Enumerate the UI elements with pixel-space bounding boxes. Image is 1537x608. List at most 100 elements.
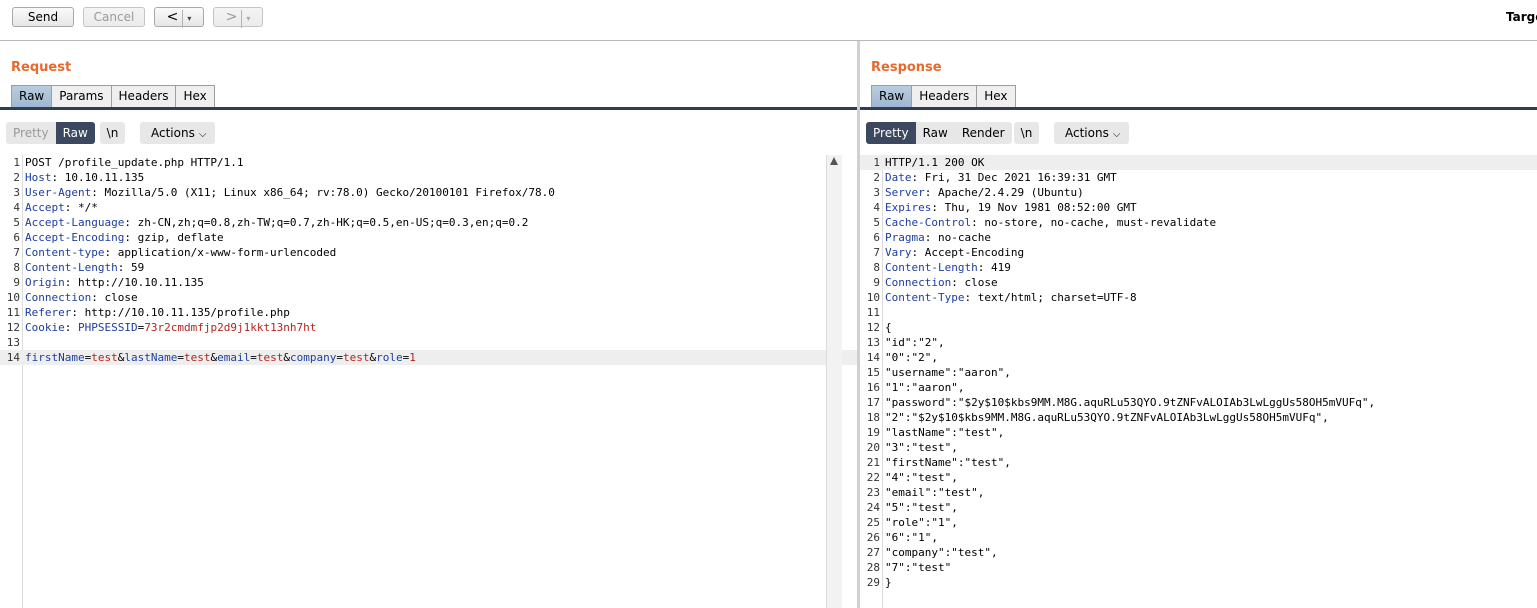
- code-text: "5":"test",: [885, 501, 958, 514]
- code-line: 13: [0, 335, 857, 350]
- newline-toggle[interactable]: \n: [100, 122, 125, 144]
- code-line: 1 POST /profile_update.php HTTP/1.1: [0, 155, 857, 170]
- code-line: 28 "7":"test": [860, 560, 1537, 575]
- param-value: test: [91, 351, 118, 364]
- header-name: Accept-Encoding: [25, 231, 125, 244]
- request-view-bar: Pretty Raw \n Actions ⌵: [0, 122, 857, 144]
- code-line: 12 {: [860, 320, 1537, 335]
- line-number: 19: [866, 426, 880, 439]
- line-number: 4: [873, 201, 880, 214]
- raw-button[interactable]: Raw: [916, 122, 955, 144]
- code-line: 27 "company":"test",: [860, 545, 1537, 560]
- request-lines: 1 POST /profile_update.php HTTP/1.1 2 Host:…: [0, 155, 857, 365]
- tab-underline: [0, 107, 857, 110]
- request-scrollbar[interactable]: [826, 155, 842, 608]
- line-number: 3: [13, 186, 20, 199]
- line-number: 4: [13, 201, 20, 214]
- line-number: 7: [873, 246, 880, 259]
- cancel-button[interactable]: Cancel: [83, 7, 145, 27]
- line-number: 13: [6, 336, 20, 349]
- line-number: 24: [866, 501, 880, 514]
- header-name: Accept-Language: [25, 216, 125, 229]
- forward-button[interactable]: > ▾: [213, 7, 263, 28]
- line-number: 22: [866, 471, 880, 484]
- code-line: 29}: [860, 575, 1537, 590]
- forward-arrow-icon: >: [225, 9, 238, 25]
- header-name: Content-Type: [885, 291, 965, 304]
- actions-button[interactable]: Actions ⌵: [140, 122, 216, 144]
- header-value: Apache/2.4.29 (Ubuntu): [931, 186, 1084, 199]
- line-number: 21: [866, 456, 880, 469]
- code-text: Content-type: application/x-www-form-url…: [25, 246, 337, 259]
- code-line: 14 firstName=test&lastName=test&email=tes…: [0, 350, 857, 365]
- code-text: HTTP/1.1 200 OK: [885, 156, 985, 169]
- tab-hex[interactable]: Hex: [175, 85, 215, 107]
- code-line: 1 HTTP/1.1 200 OK: [860, 155, 1537, 170]
- tab-params[interactable]: Params: [51, 85, 112, 107]
- cookie-name: PHPSESSID: [78, 321, 138, 334]
- tab-raw[interactable]: Raw: [871, 85, 913, 107]
- header-value: http://10.10.11.135/profile.php: [77, 306, 290, 319]
- line-number: 1: [873, 156, 880, 169]
- line-number: 8: [873, 261, 880, 274]
- line-number: 26: [866, 531, 880, 544]
- header-value: 419: [984, 261, 1011, 274]
- code-line: 19 "lastName":"test",: [860, 425, 1537, 440]
- raw-button[interactable]: Raw: [55, 122, 95, 144]
- code-line: 4 Expires: Thu, 19 Nov 1981 08:52:00 GMT: [860, 200, 1537, 215]
- line-number: 6: [13, 231, 20, 244]
- code-text: Cache-Control: no-store, no-cache, must-…: [885, 216, 1217, 229]
- code-line: 2 Host: 10.10.11.135: [0, 170, 857, 185]
- header-name: Content-Length: [885, 261, 978, 274]
- header-value: close: [957, 276, 998, 289]
- code-text: Server: Apache/2.4.29 (Ubuntu): [885, 186, 1084, 199]
- header-name: Host: [25, 171, 52, 184]
- header-value: 59: [124, 261, 145, 274]
- pretty-button[interactable]: Pretty: [6, 122, 56, 144]
- scroll-up-arrow-icon[interactable]: [830, 157, 838, 165]
- line-number: 5: [13, 216, 20, 229]
- tab-headers[interactable]: Headers: [110, 85, 177, 107]
- line-number: 10: [6, 291, 20, 304]
- header-value: Fri, 31 Dec 2021 16:39:31 GMT: [918, 171, 1117, 184]
- actions-label: Actions: [1065, 126, 1109, 140]
- header-value: no-store, no-cache, must-revalidate: [977, 216, 1217, 229]
- header-name: Server: [885, 186, 925, 199]
- request-panel: Request Raw Params Headers Hex Pretty Ra…: [0, 41, 857, 608]
- response-editor[interactable]: 1 HTTP/1.1 200 OK 2 Date: Fri, 31 Dec 2021 …: [860, 155, 1537, 608]
- newline-toggle[interactable]: \n: [1014, 122, 1039, 144]
- header-name: Expires: [885, 201, 932, 214]
- header-name: Vary: [885, 246, 912, 259]
- tab-headers[interactable]: Headers: [911, 85, 978, 107]
- code-line: 9 Origin: http://10.10.11.135: [0, 275, 857, 290]
- code-text: {: [885, 321, 892, 334]
- param-name: role: [376, 351, 403, 364]
- header-value: Mozilla/5.0 (X11; Linux x86_64; rv:78.0)…: [97, 186, 555, 199]
- line-number: 25: [866, 516, 880, 529]
- actions-button[interactable]: Actions ⌵: [1054, 122, 1130, 144]
- line-number: 11: [866, 306, 880, 319]
- code-text: "firstName":"test",: [885, 456, 1011, 469]
- target-label[interactable]: Targe: [1506, 10, 1537, 24]
- pretty-button[interactable]: Pretty: [866, 122, 916, 144]
- code-line: 22 "4":"test",: [860, 470, 1537, 485]
- code-line: 17 "password":"$2y$10$kbs9MM.M8G.aquRLu53…: [860, 395, 1537, 410]
- code-text: "email":"test",: [885, 486, 985, 499]
- send-button[interactable]: Send: [12, 7, 74, 27]
- header-value: 10.10.11.135: [58, 171, 145, 184]
- tab-raw[interactable]: Raw: [11, 85, 53, 107]
- view-mode-toggle: Pretty Raw Render: [866, 122, 1012, 144]
- code-text: Referer: http://10.10.11.135/profile.php: [25, 306, 290, 319]
- tab-hex[interactable]: Hex: [976, 85, 1016, 107]
- code-text: "company":"test",: [885, 546, 998, 559]
- back-button[interactable]: < ▾: [154, 7, 204, 28]
- line-number: 2: [13, 171, 20, 184]
- request-editor[interactable]: 1 POST /profile_update.php HTTP/1.1 2 Host:…: [0, 155, 857, 608]
- code-text: Content-Length: 419: [885, 261, 1011, 274]
- code-text: Accept-Encoding: gzip, deflate: [25, 231, 224, 244]
- code-text: Connection: close: [885, 276, 998, 289]
- code-text: Content-Length: 59: [25, 261, 145, 274]
- render-button[interactable]: Render: [955, 122, 1012, 144]
- request-tabs: Raw Params Headers Hex: [11, 85, 215, 107]
- header-name: Content-type: [25, 246, 105, 259]
